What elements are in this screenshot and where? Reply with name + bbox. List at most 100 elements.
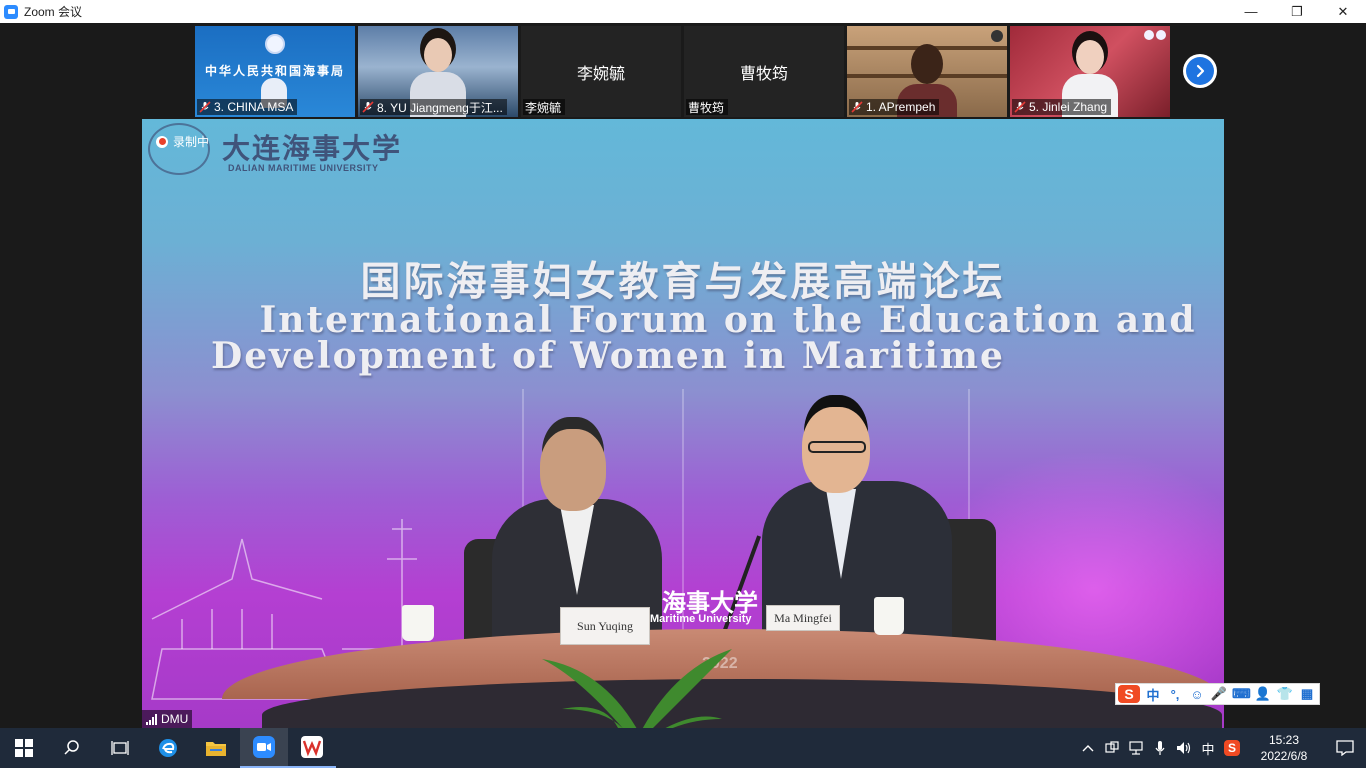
task-view-button[interactable] — [96, 728, 144, 768]
recording-label: 录制中 — [173, 135, 210, 149]
ime-skin-icon[interactable]: 👕 — [1276, 686, 1294, 702]
minimize-button[interactable]: — — [1228, 0, 1274, 23]
windows-icon — [15, 739, 33, 757]
participant-name: 曹牧筠 — [688, 100, 725, 115]
participant-name: 李婉毓 — [525, 100, 562, 115]
tray-app-icon[interactable] — [1100, 728, 1124, 768]
glasses — [808, 441, 866, 453]
volume-button[interactable] — [1172, 728, 1196, 768]
participant-strip: 中华人民共和国海事局 3. CHINA MSA 8. YU Jiangmeng于… — [195, 26, 1170, 117]
camera-icon — [991, 30, 1003, 42]
wps-taskbar-button[interactable] — [288, 728, 336, 768]
participant-name: 8. YU Jiangmeng于江... — [377, 100, 503, 115]
speaker-icon — [1177, 742, 1191, 754]
sogou-icon: S — [1224, 740, 1240, 756]
edge-icon — [159, 739, 177, 757]
show-hidden-icons-button[interactable] — [1076, 728, 1100, 768]
sogou-tray-button[interactable]: S — [1220, 728, 1244, 768]
participant-tile-yu-jiangmeng[interactable]: 8. YU Jiangmeng于江... — [358, 26, 518, 117]
device-icon — [1105, 741, 1119, 753]
ime-lang-toggle[interactable]: 中 — [1144, 685, 1162, 704]
participant-name-tag: 1. APrempeh — [849, 99, 940, 115]
signal-icon — [146, 713, 157, 725]
task-view-icon — [111, 741, 129, 755]
speaker-name-tag: DMU — [142, 710, 193, 728]
search-icon — [64, 740, 79, 755]
zoom-icon — [253, 736, 275, 758]
cup-right — [874, 597, 904, 635]
participant-tile-china-msa[interactable]: 中华人民共和国海事局 3. CHINA MSA — [195, 26, 355, 117]
notification-button[interactable] — [1324, 728, 1366, 768]
participant-name: 5. Jinlei Zhang — [1029, 100, 1108, 114]
search-button[interactable] — [48, 728, 96, 768]
system-tray: 中 S 15:23 2022/6/8 — [1076, 728, 1366, 768]
ime-punctuation-toggle[interactable]: °, — [1166, 687, 1184, 702]
ime-user-icon[interactable]: 👤 — [1254, 686, 1272, 702]
participant-name-tag: 曹牧筠 — [686, 99, 729, 115]
recording-icon — [156, 135, 168, 148]
maximize-button[interactable]: ❐ — [1274, 0, 1320, 23]
active-speaker-video[interactable]: 大连海事大学 DALIAN MARITIME UNIVERSITY 录制中 国际… — [142, 119, 1224, 728]
speaker-name: DMU — [161, 712, 189, 726]
participant-video — [424, 38, 452, 72]
ime-keyboard-icon[interactable]: ⌨ — [1232, 686, 1251, 702]
participant-tile-cao-mujun[interactable]: 曹牧筠 曹牧筠 — [684, 26, 844, 117]
nameplate-right: Ma Mingfei — [766, 605, 840, 631]
participant-center-name: 曹牧筠 — [739, 66, 788, 83]
zoom-taskbar-button[interactable] — [240, 728, 288, 768]
forum-title-en-line2: Development of Women in Maritime — [211, 335, 1005, 377]
mic-muted-icon — [1014, 101, 1026, 113]
mic-muted-icon — [199, 101, 211, 113]
next-page-button[interactable] — [1183, 54, 1217, 88]
meeting-area: 中华人民共和国海事局 3. CHINA MSA 8. YU Jiangmeng于… — [0, 23, 1366, 728]
window-title: Zoom 会议 — [24, 5, 83, 19]
participant-name-tag: 5. Jinlei Zhang — [1012, 99, 1112, 115]
participant-banner: 中华人民共和国海事局 — [204, 64, 345, 78]
cup-left — [402, 605, 434, 641]
university-name-en: DALIAN MARITIME UNIVERSITY — [228, 163, 379, 173]
participant-tile-aprempeh[interactable]: 1. APrempeh — [847, 26, 1007, 117]
participant-name-tag: 8. YU Jiangmeng于江... — [360, 99, 507, 115]
sogou-icon[interactable]: S — [1118, 685, 1140, 703]
participant-name-tag: 李婉毓 — [523, 99, 566, 115]
start-button[interactable] — [0, 728, 48, 768]
notification-icon — [1336, 740, 1354, 756]
edge-button[interactable] — [144, 728, 192, 768]
input-language-button[interactable]: 中 — [1196, 728, 1220, 768]
wps-icon — [301, 736, 323, 758]
emblem-icon — [265, 34, 285, 54]
file-explorer-button[interactable] — [192, 728, 240, 768]
plant-decoration — [542, 649, 732, 728]
ime-toolbar[interactable]: S 中 °, ☺ 🎤 ⌨ 👤 👕 ▦ — [1115, 683, 1320, 705]
ime-emoji-icon[interactable]: ☺ — [1188, 687, 1206, 702]
close-button[interactable]: ✕ — [1320, 0, 1366, 23]
microphone-tray-button[interactable] — [1148, 728, 1172, 768]
chevron-up-icon — [1082, 745, 1094, 752]
window-controls: — ❐ ✕ — [1228, 0, 1366, 23]
participant-video — [1076, 40, 1104, 74]
recording-indicator: 录制中 — [156, 133, 209, 150]
taskbar: 中 S 15:23 2022/6/8 — [0, 728, 1366, 768]
mic-muted-icon — [362, 101, 374, 113]
network-button[interactable] — [1124, 728, 1148, 768]
participant-name: 1. APrempeh — [866, 100, 936, 114]
network-icon — [1129, 741, 1143, 755]
participant-center-name: 李婉毓 — [576, 66, 625, 83]
participant-tile-li-wanyu[interactable]: 李婉毓 李婉毓 — [521, 26, 681, 117]
participant-tile-jinlei-zhang[interactable]: 5. Jinlei Zhang — [1010, 26, 1170, 117]
speaker-left-head — [540, 429, 606, 511]
zoom-app-icon — [4, 4, 18, 19]
folder-icon — [206, 742, 226, 756]
participant-name: 3. CHINA MSA — [214, 100, 294, 114]
ime-toolbox-icon[interactable]: ▦ — [1298, 686, 1316, 702]
title-bar: Zoom 会议 — ❐ ✕ — [0, 0, 1366, 23]
clock[interactable]: 15:23 2022/6/8 — [1244, 732, 1324, 764]
university-name-cn: 大连海事大学 — [222, 132, 403, 165]
clock-date: 2022/6/8 — [1260, 749, 1308, 763]
participant-name-tag: 3. CHINA MSA — [197, 99, 298, 115]
microphone-icon — [1155, 741, 1165, 755]
clock-time: 15:23 — [1268, 733, 1300, 747]
chevron-right-icon — [1186, 57, 1214, 85]
ime-voice-icon[interactable]: 🎤 — [1210, 686, 1228, 702]
logo-icon — [1144, 30, 1154, 40]
